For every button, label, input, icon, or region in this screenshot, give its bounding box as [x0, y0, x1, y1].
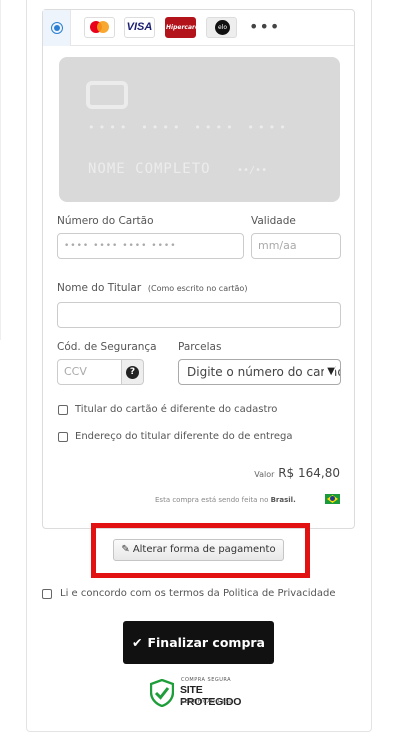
page-divider [0, 0, 1, 340]
terms-label[interactable]: Li e concordo com os termos da Politica … [60, 588, 336, 599]
card-preview-number: •••• •••• •••• •••• [88, 121, 290, 134]
credit-card-radio[interactable] [51, 22, 63, 34]
shield-check-icon [150, 679, 174, 707]
seal-bottom-text: CERTIFICADO SSL [181, 699, 233, 705]
validity-input[interactable]: mm/aa [251, 233, 341, 259]
credit-card-payment-option: VISA Hipercard elo ••• •••• •••• •••• ••… [42, 9, 355, 529]
visa-logo-icon: VISA [124, 17, 155, 38]
elo-logo-icon: elo [206, 17, 237, 38]
cvv-input[interactable]: CCV [57, 359, 122, 385]
card-brands-bar: VISA Hipercard elo ••• [43, 10, 354, 46]
seal-top-text: COMPRA SEGURA [181, 677, 232, 683]
hipercard-logo-icon: Hipercard [165, 17, 199, 38]
payment-radio-cell[interactable] [43, 10, 71, 46]
card-preview-expiry: ••/•• [237, 165, 268, 176]
more-brands-icon[interactable]: ••• [249, 19, 280, 35]
validity-label: Validade [251, 215, 296, 227]
order-value-amount: R$ 164,80 [278, 466, 340, 480]
chevron-down-icon: ▼ [324, 360, 335, 384]
terms-checkbox[interactable] [42, 589, 52, 599]
installments-label: Parcelas [178, 341, 222, 353]
holder-different-checkbox[interactable] [58, 405, 68, 415]
finalize-button[interactable]: ✔ Finalizar compra [123, 621, 274, 664]
address-different-label[interactable]: Endereço do titular diferente do de entr… [75, 431, 292, 442]
check-icon: ✔ [131, 635, 143, 650]
holder-name-label: Nome do Titular (Como escrito no cartão) [57, 282, 248, 294]
holder-name-hint: (Como escrito no cartão) [147, 284, 248, 293]
card-chip-icon [86, 81, 128, 109]
change-payment-button[interactable]: ✎ Alterar forma de pagamento [113, 539, 284, 561]
cvv-help-button[interactable]: ? [122, 359, 144, 385]
pencil-icon: ✎ [121, 544, 130, 555]
installments-select[interactable]: Digite o número do cartão ▼ [178, 359, 341, 385]
card-preview-name: NOME COMPLETO [88, 161, 211, 177]
card-preview: •••• •••• •••• •••• NOME COMPLETO ••/•• [59, 57, 340, 202]
card-number-input[interactable]: •••• •••• •••• •••• [57, 233, 244, 259]
card-number-label: Número do Cartão [57, 215, 154, 227]
order-value: Valor R$ 164,80 [254, 466, 340, 480]
country-notice: Esta compra está sendo feita no Brasil. [155, 496, 296, 504]
question-icon: ? [126, 366, 139, 379]
address-different-checkbox[interactable] [58, 432, 68, 442]
security-seal: COMPRA SEGURA SITE PROTEGIDO CERTIFICADO… [150, 677, 250, 709]
brazil-flag-icon [325, 494, 340, 504]
cvv-label: Cód. de Segurança [57, 341, 157, 353]
mastercard-logo-icon [84, 17, 115, 38]
holder-different-label[interactable]: Titular do cartão é diferente do cadastr… [75, 404, 277, 415]
holder-name-input[interactable] [57, 302, 341, 328]
